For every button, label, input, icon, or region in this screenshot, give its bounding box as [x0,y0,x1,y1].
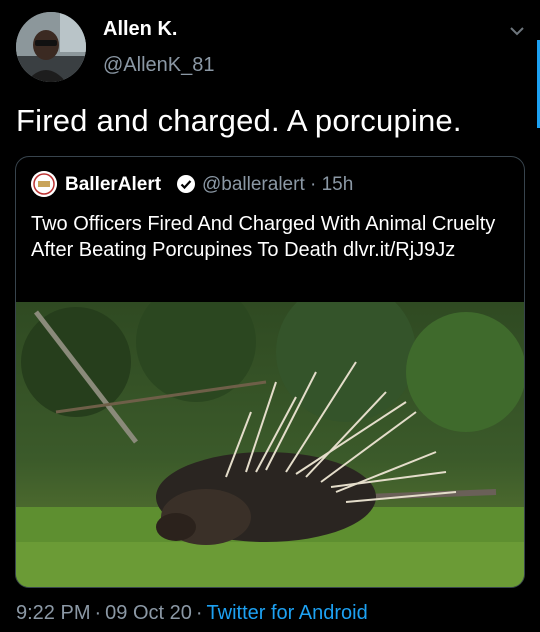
tweet-text: Fired and charged. A porcupine. [16,103,462,138]
quoted-author-name[interactable]: BallerAlert [65,174,161,196]
tweet-date[interactable]: 09 Oct 20 [105,602,192,624]
quoted-meta: @balleralert · 15h [202,174,353,196]
tweet-footer: 9:22 PM · 09 Oct 20 · Twitter for Android [16,602,368,625]
quoted-tweet-card[interactable]: BallerAlert @balleralert · 15h Two Offic… [15,156,525,588]
quoted-age[interactable]: 15h [322,174,354,195]
separator-dot: · [195,602,203,624]
author-avatar[interactable] [16,12,86,82]
porcupine-photo[interactable] [16,302,524,587]
verified-badge-icon [177,175,195,193]
chevron-down-icon[interactable] [508,22,526,40]
quoted-text: Two Officers Fired And Charged With Anim… [31,213,496,261]
quoted-handle[interactable]: @balleralert [202,174,305,195]
separator-dot: · [310,174,317,195]
author-name[interactable]: Allen K. [103,18,177,41]
client-link[interactable]: Twitter for Android [207,602,368,624]
separator-dot: · [94,602,102,624]
quoted-avatar[interactable] [31,171,57,197]
tweet-time[interactable]: 9:22 PM [16,602,90,624]
author-handle[interactable]: @AllenK_81 [103,54,214,77]
